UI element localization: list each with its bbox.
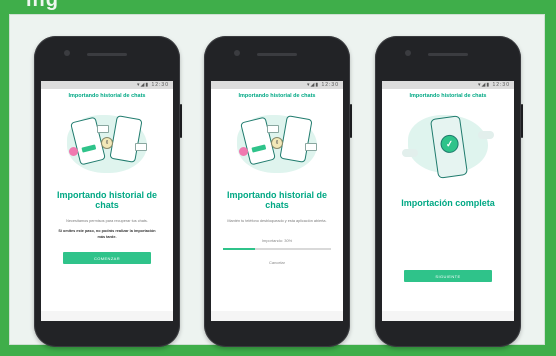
phone-2: ▾◢▮ 12:30 Importando historial de chats … (204, 36, 352, 347)
chat-bar (81, 144, 97, 153)
camera-icon (64, 50, 70, 56)
coin-icon: ¢ (271, 137, 283, 149)
app-bar-title: Importando historial de chats (68, 93, 146, 99)
top-banner: ing (0, 0, 556, 14)
warning-text: Si omites este paso, no podrás realizar … (58, 229, 156, 239)
app-bar-title: Importando historial de chats (238, 93, 316, 99)
camera-icon (234, 50, 240, 56)
complete-illustration: ✓ (382, 109, 514, 184)
chat-bar (251, 144, 267, 153)
phone-3-screen: ▾◢▮ 12:30 Importando historial de chats … (382, 81, 514, 321)
power-button (350, 104, 352, 138)
cloud-icon (402, 149, 418, 157)
showcase-panel: ▾◢▮ 12:30 Importando historial de chats … (9, 14, 545, 347)
next-button[interactable]: SIGUIENTE (404, 270, 492, 282)
progress-bar (223, 248, 331, 250)
cancel-link[interactable]: Cancelar (211, 260, 343, 265)
status-bar: ▾◢▮ 12:30 (41, 81, 173, 89)
phone-3: ▾◢▮ 12:30 Importando historial de chats … (375, 36, 523, 347)
banner-heading-fragment: ing (26, 0, 59, 11)
phone-1: ▾◢▮ 12:30 Importando historial de chats … (34, 36, 182, 347)
status-bar: ▾◢▮ 12:30 (382, 81, 514, 89)
speaker-grille (87, 53, 127, 56)
chat-bubble-icon (267, 125, 279, 133)
progress-fill (223, 248, 256, 250)
heart-icon (69, 147, 78, 156)
nav-bar (41, 311, 173, 321)
screen-title: Importando historial de chats (56, 190, 157, 210)
status-bar: ▾◢▮ 12:30 (211, 81, 343, 89)
transfer-illustration: ¢ (41, 109, 173, 184)
screen-title: Importando historial de chats (226, 190, 327, 210)
chat-bubble-icon (135, 143, 147, 151)
status-icons: ▾◢▮ 12:30 (136, 82, 169, 88)
camera-icon (405, 50, 411, 56)
speaker-grille (257, 53, 297, 56)
cloud-icon (478, 131, 494, 139)
power-button (180, 104, 182, 138)
phone-2-screen: ▾◢▮ 12:30 Importando historial de chats … (211, 81, 343, 321)
nav-bar (382, 311, 514, 321)
start-button[interactable]: COMENZAR (63, 252, 151, 264)
progress-label: Importando: 30% (261, 238, 293, 243)
app-bar-title: Importando historial de chats (409, 93, 487, 99)
transfer-illustration: ¢ (211, 109, 343, 184)
heart-icon (239, 147, 248, 156)
phone-1-screen: ▾◢▮ 12:30 Importando historial de chats … (41, 81, 173, 321)
status-icons: ▾◢▮ 12:30 (477, 82, 510, 88)
permission-text: Necesitamos permisos para recuperar tus … (66, 219, 148, 223)
chat-bubble-icon (305, 143, 317, 151)
nav-bar (211, 311, 343, 321)
chat-bubble-icon (97, 125, 109, 133)
speaker-grille (428, 53, 468, 56)
status-icons: ▾◢▮ 12:30 (306, 82, 339, 88)
unlock-instructions: Mantén tu teléfono desbloqueado y esta a… (227, 219, 327, 223)
coin-icon: ¢ (101, 137, 113, 149)
check-icon: ✓ (439, 133, 460, 155)
screen-title: Importación completa (401, 198, 495, 208)
power-button (521, 104, 523, 138)
